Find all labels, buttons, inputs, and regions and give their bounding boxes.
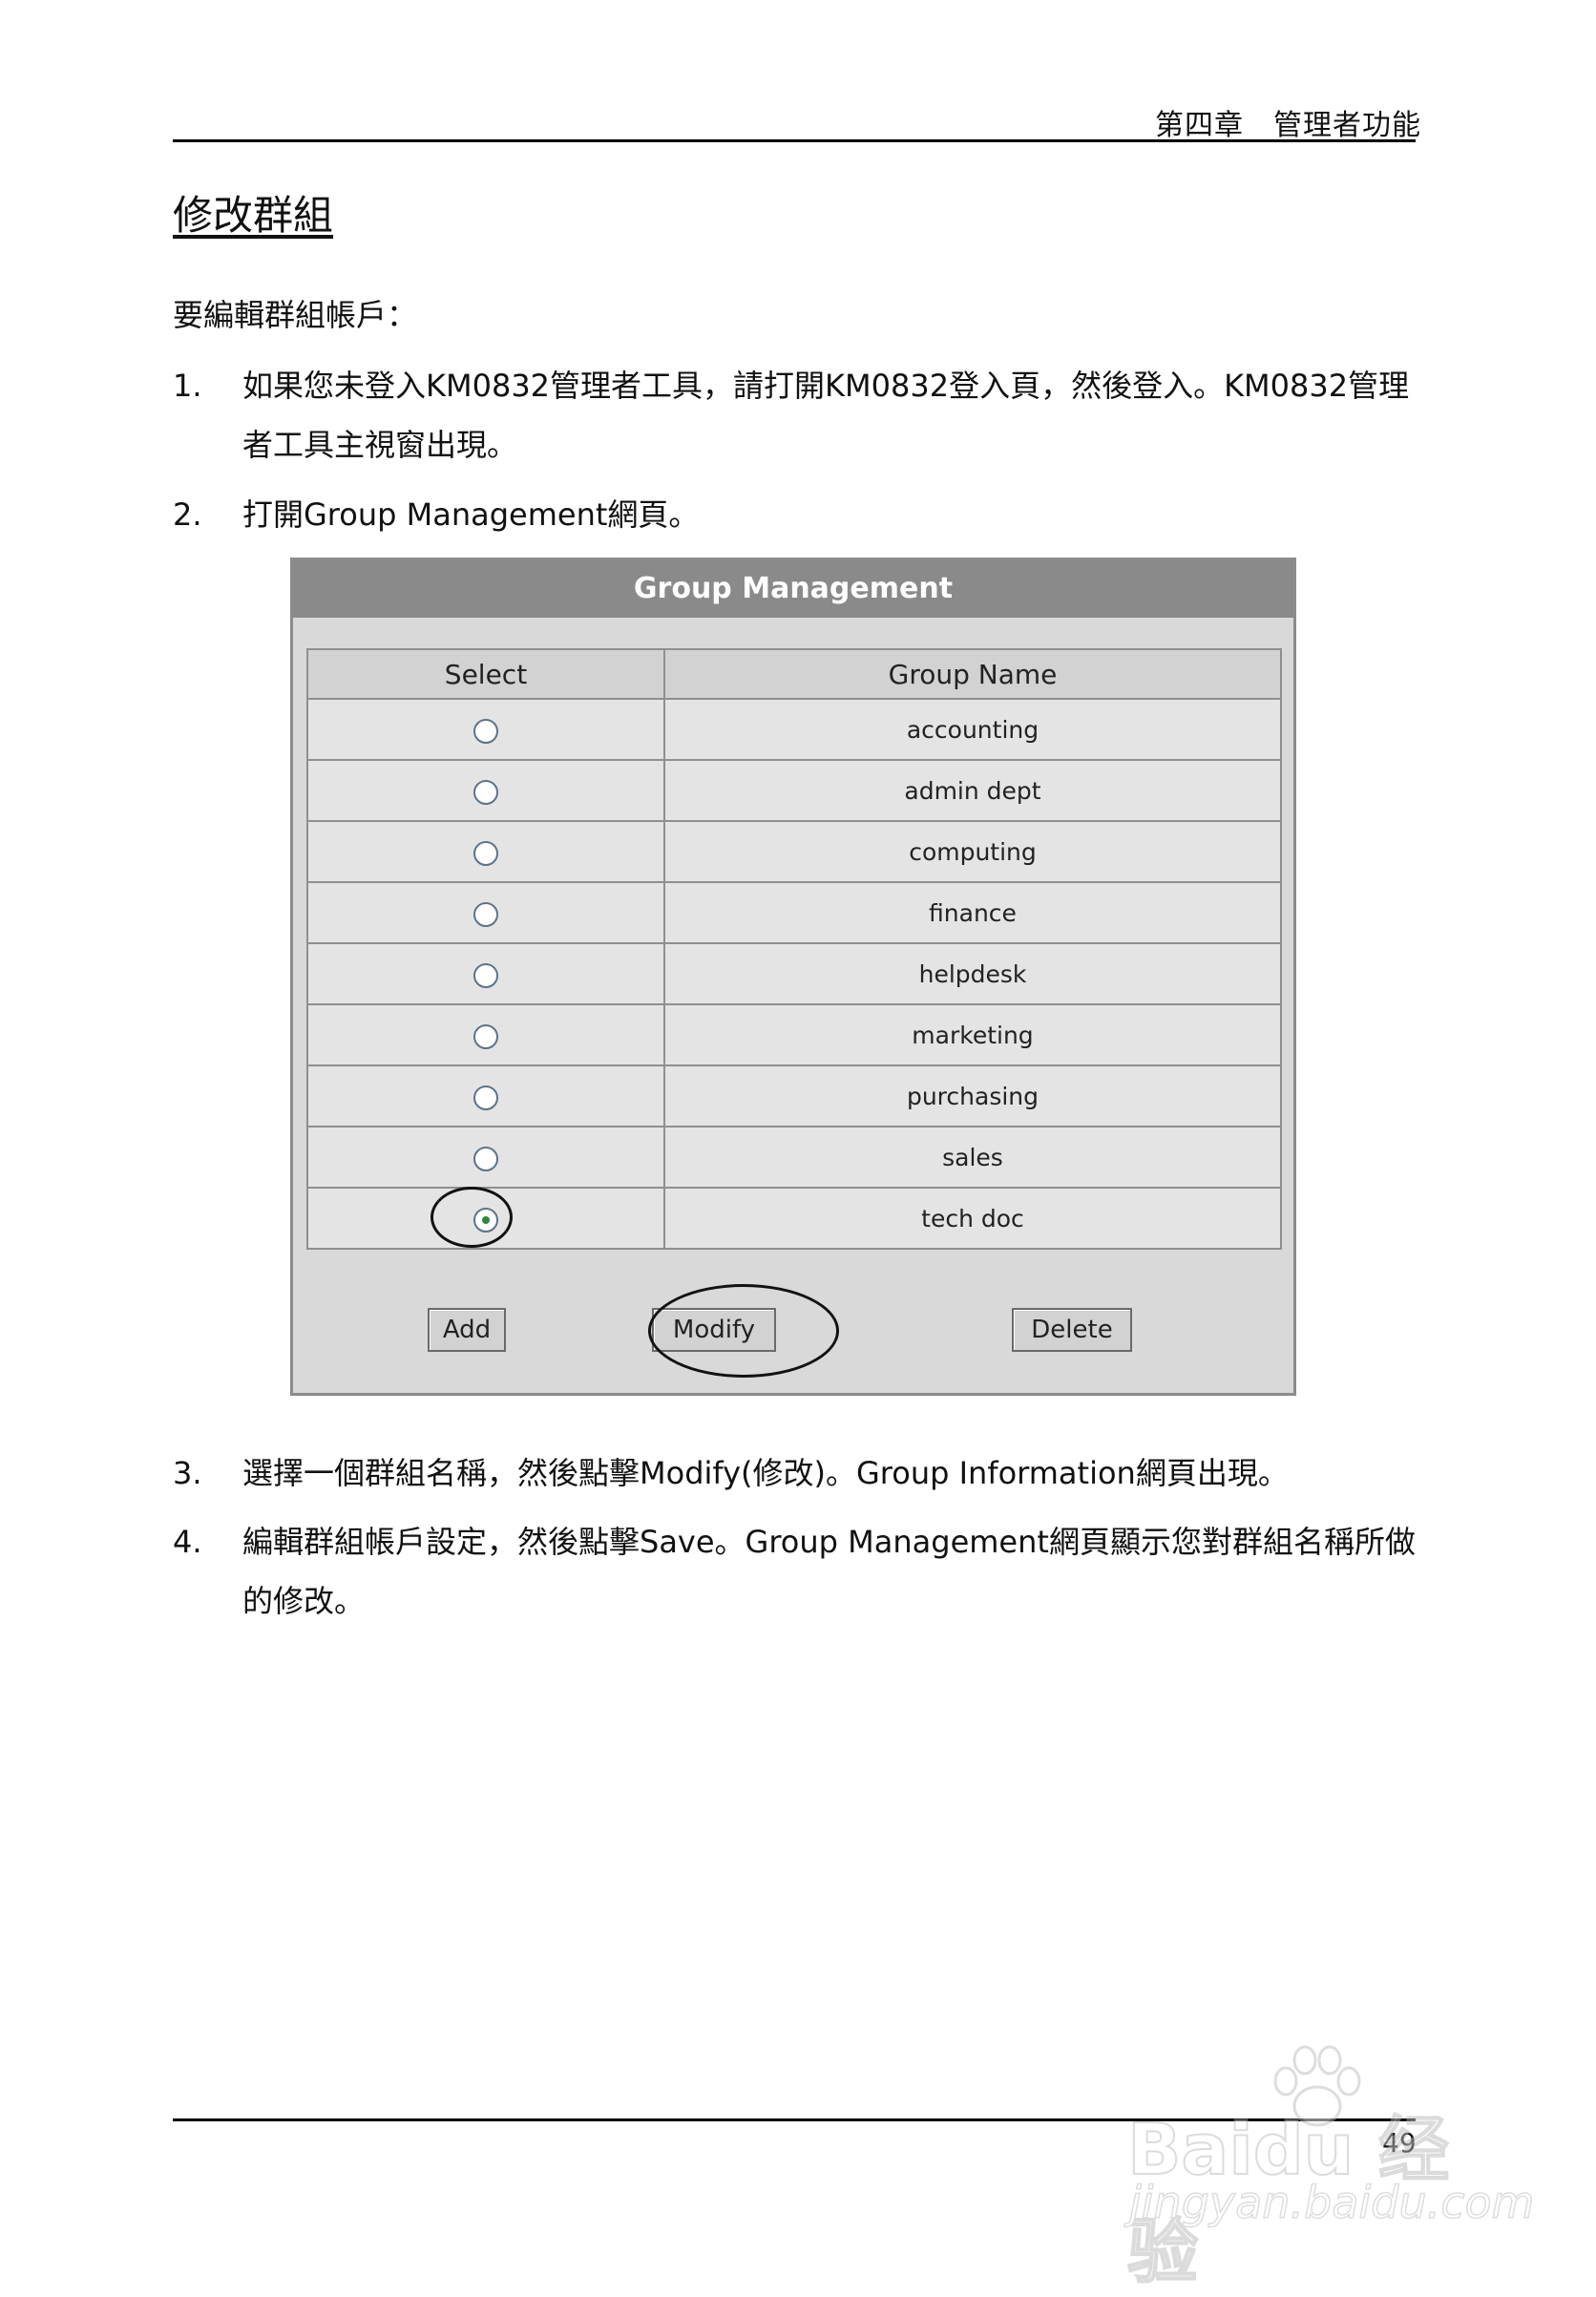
group-select-radio[interactable]	[473, 779, 498, 805]
group-rows: accounting admin dept computing finance help…	[306, 698, 1282, 1250]
select-cell	[306, 698, 665, 761]
step-number: 2.	[173, 496, 202, 533]
group-select-radio[interactable]	[473, 1085, 498, 1110]
table-row: finance	[306, 881, 1282, 944]
table-row: helpdesk	[306, 942, 1282, 1005]
step-number: 3.	[173, 1455, 202, 1491]
table-header-row: Select Group Name	[306, 648, 1282, 700]
group-name-cell: admin dept	[663, 759, 1282, 822]
step-number: 1.	[173, 368, 202, 404]
radio-wrapper	[473, 1083, 498, 1110]
chapter-header: 第四章 管理者功能	[1155, 109, 1421, 142]
group-select-radio[interactable]	[473, 1207, 498, 1233]
group-name-cell: computing	[663, 820, 1282, 883]
group-name-cell: finance	[663, 881, 1282, 944]
radio-wrapper	[473, 960, 498, 988]
radio-wrapper	[473, 1022, 498, 1049]
radio-wrapper	[473, 838, 498, 866]
select-cell	[306, 1064, 665, 1127]
step-number: 4.	[173, 1524, 202, 1560]
radio-wrapper	[473, 716, 498, 744]
watermark-url: jingyan.baidu.com	[1128, 2176, 1535, 2229]
select-column-header: Select	[306, 648, 665, 700]
table-row: tech doc	[306, 1186, 1282, 1250]
group-table: Select Group Name accounting admin dept co…	[306, 648, 1282, 1250]
intro-text: 要編輯群組帳戶：	[173, 297, 418, 333]
select-cell	[306, 759, 665, 822]
group-select-radio[interactable]	[473, 962, 498, 988]
step-text: 選擇一個群組名稱，然後點擊Modify(修改)。Group Informatio…	[242, 1455, 1289, 1491]
table-row: purchasing	[306, 1064, 1282, 1127]
select-cell	[306, 1186, 665, 1250]
group-management-panel: Group Management Select Group Name accou…	[290, 558, 1296, 1396]
table-row: accounting	[306, 698, 1282, 761]
add-button[interactable]: Add	[428, 1308, 506, 1352]
group-name-cell: tech doc	[663, 1187, 1282, 1250]
group-select-radio[interactable]	[473, 718, 498, 744]
baidu-watermark: Baidu 经验 jingyan.baidu.com	[1122, 2043, 1535, 2294]
delete-button[interactable]: Delete	[1012, 1308, 1132, 1352]
group-name-cell: sales	[663, 1126, 1282, 1189]
select-cell	[306, 820, 665, 883]
group-name-cell: helpdesk	[663, 942, 1282, 1005]
table-row: marketing	[306, 1003, 1282, 1066]
modify-button[interactable]: Modify	[652, 1308, 776, 1352]
step-text: 編輯群組帳戶設定，然後點擊Save。Group Management網頁顯示您對…	[242, 1524, 1416, 1619]
select-cell	[306, 1126, 665, 1189]
group-select-radio[interactable]	[473, 901, 498, 927]
radio-wrapper	[473, 1144, 498, 1171]
group-select-radio[interactable]	[473, 1023, 498, 1049]
table-row: admin dept	[306, 759, 1282, 822]
select-cell	[306, 881, 665, 944]
group-name-cell: purchasing	[663, 1064, 1282, 1127]
table-row: sales	[306, 1126, 1282, 1189]
radio-wrapper	[473, 899, 498, 927]
section-title: 修改群組	[173, 192, 334, 239]
selection-highlight-circle	[430, 1186, 513, 1248]
select-cell	[306, 1003, 665, 1066]
step-text: 打開Group Management網頁。	[242, 496, 700, 533]
step-text: 如果您未登入KM0832管理者工具，請打開KM0832登入頁，然後登入。KM08…	[242, 368, 1410, 463]
group-select-radio[interactable]	[473, 840, 498, 866]
header-rule	[173, 139, 1416, 142]
group-name-cell: marketing	[663, 1003, 1282, 1066]
radio-wrapper	[473, 777, 498, 805]
radio-wrapper	[430, 1186, 513, 1248]
panel-title: Group Management	[293, 560, 1293, 618]
table-row: computing	[306, 820, 1282, 883]
group-select-radio[interactable]	[473, 1146, 498, 1171]
select-cell	[306, 942, 665, 1005]
group-name-column-header: Group Name	[663, 648, 1282, 700]
group-name-cell: accounting	[663, 698, 1282, 761]
